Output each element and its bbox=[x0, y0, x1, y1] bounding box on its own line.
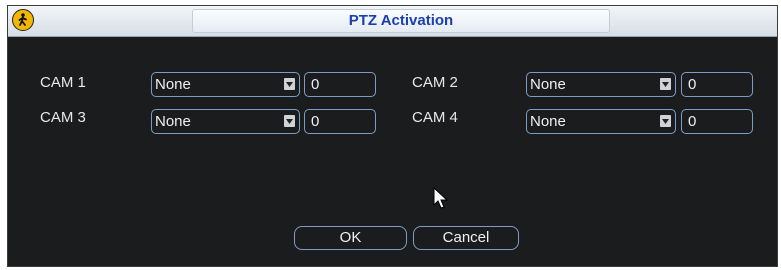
cam-4-label: CAM 4 bbox=[412, 109, 458, 126]
cam-2-value: 0 bbox=[688, 76, 697, 93]
cam-1-select[interactable]: None bbox=[151, 72, 300, 97]
cam-2-select-value: None bbox=[530, 76, 566, 93]
pedestrian-icon bbox=[12, 9, 34, 31]
cam-3-value-input[interactable]: 0 bbox=[304, 109, 376, 134]
cam-3-select[interactable]: None bbox=[151, 109, 300, 134]
mouse-cursor-icon bbox=[433, 186, 449, 216]
cancel-button[interactable]: Cancel bbox=[413, 226, 519, 250]
cam-2-label: CAM 2 bbox=[412, 74, 458, 91]
chevron-down-icon[interactable] bbox=[660, 115, 671, 127]
cam-4-value-input[interactable]: 0 bbox=[681, 109, 753, 134]
cam-1-label: CAM 1 bbox=[40, 74, 86, 91]
cam-3-value: 0 bbox=[311, 113, 320, 130]
cam-2-value-input[interactable]: 0 bbox=[681, 72, 753, 97]
chevron-down-icon[interactable] bbox=[284, 115, 295, 127]
cam-4-select-value: None bbox=[530, 113, 566, 130]
ptz-activation-dialog: PTZ Activation CAM 1 None 0 CAM 2 None 0… bbox=[7, 5, 778, 267]
ok-button[interactable]: OK bbox=[294, 226, 407, 250]
cam-2-select[interactable]: None bbox=[526, 72, 676, 97]
cam-4-select[interactable]: None bbox=[526, 109, 676, 134]
cam-1-value: 0 bbox=[311, 76, 320, 93]
chevron-down-icon[interactable] bbox=[284, 78, 295, 90]
cam-1-select-value: None bbox=[155, 76, 191, 93]
cam-3-label: CAM 3 bbox=[40, 109, 86, 126]
dialog-title: PTZ Activation bbox=[348, 12, 454, 29]
cam-3-select-value: None bbox=[155, 113, 191, 130]
cam-1-value-input[interactable]: 0 bbox=[304, 72, 376, 97]
title-bar: PTZ Activation bbox=[8, 6, 777, 37]
chevron-down-icon[interactable] bbox=[660, 78, 671, 90]
cam-4-value: 0 bbox=[688, 113, 697, 130]
